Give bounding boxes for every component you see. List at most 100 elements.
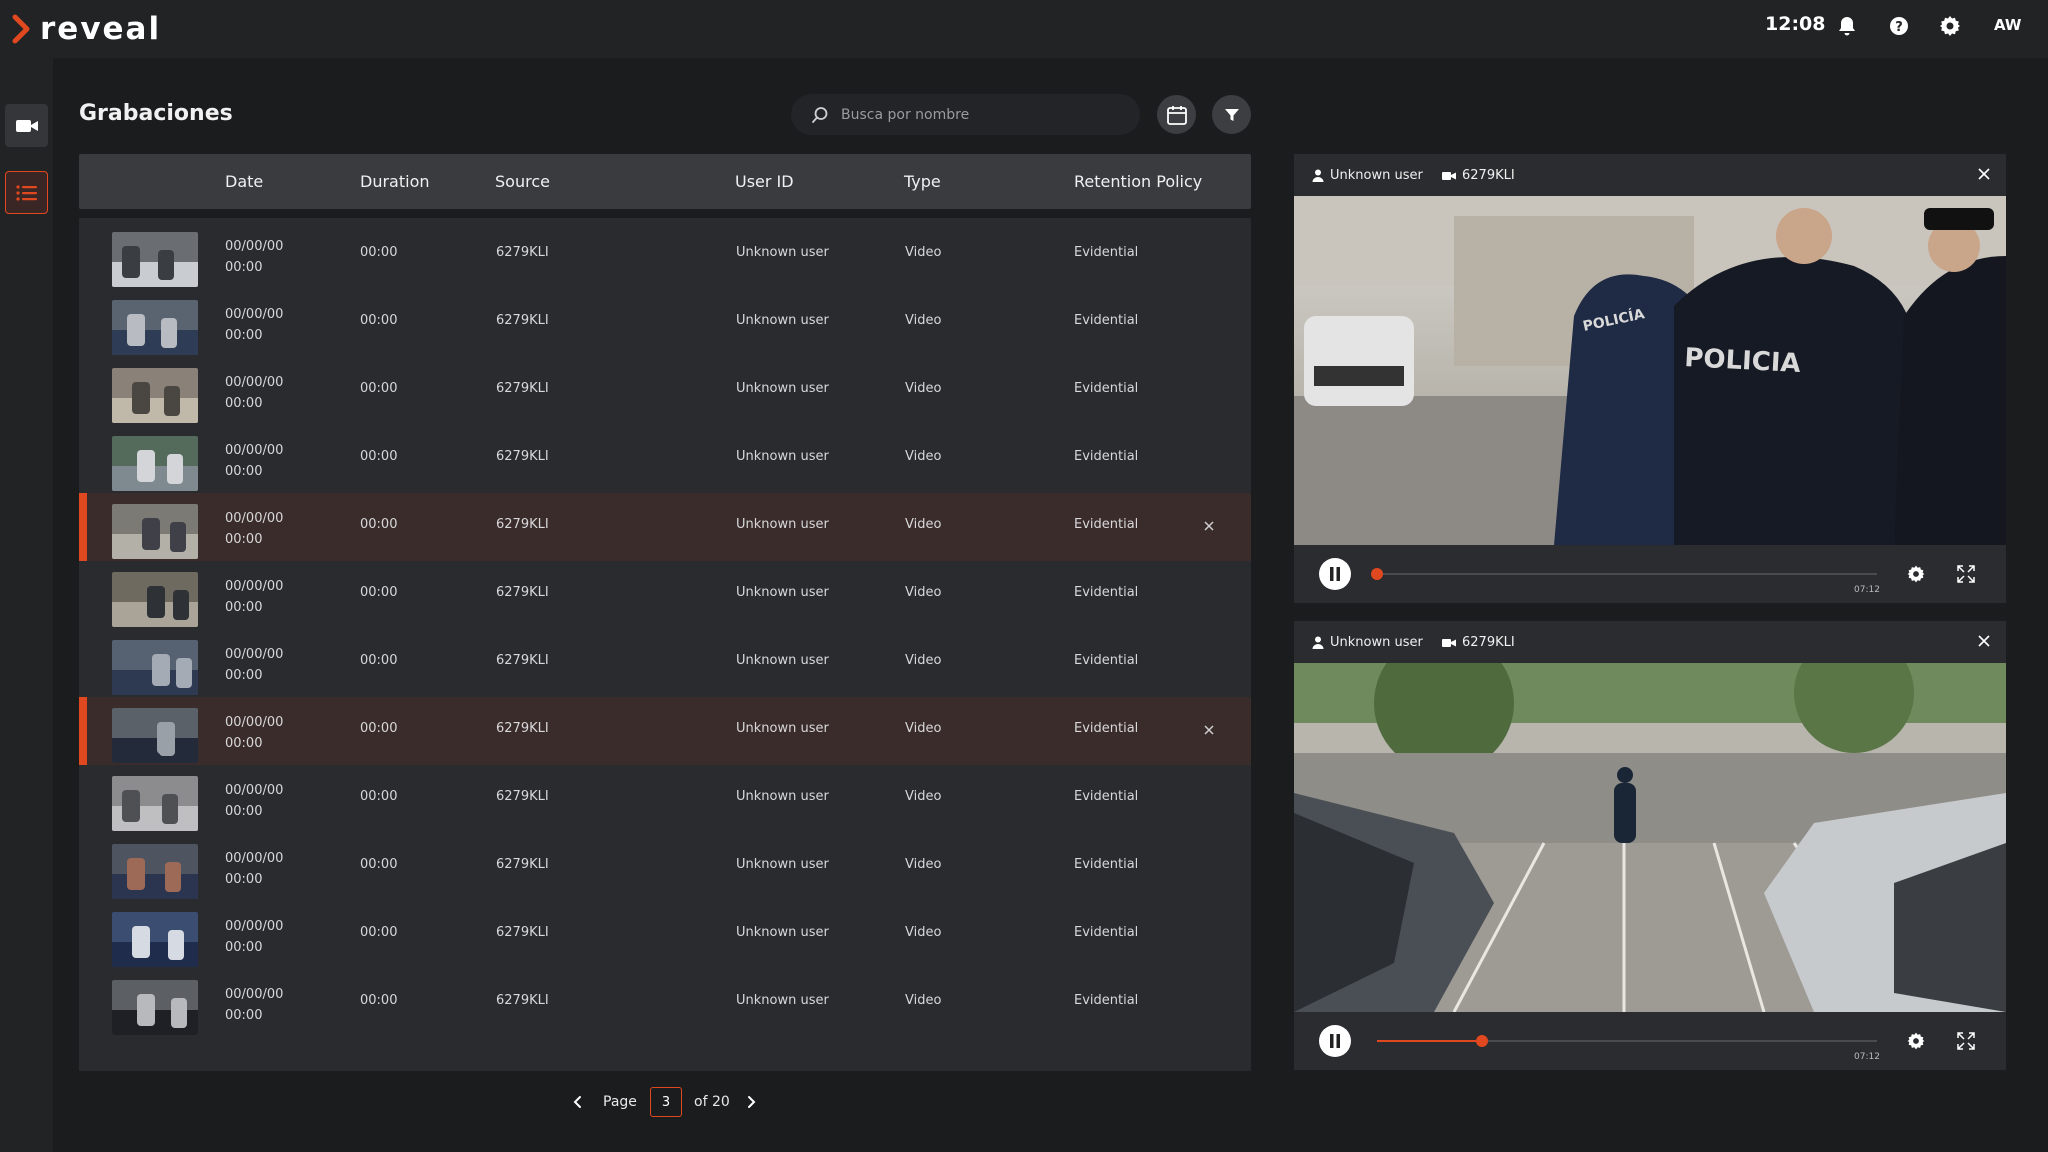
recording-thumbnail[interactable] (112, 572, 198, 627)
column-header-duration[interactable]: Duration (360, 172, 430, 191)
page-number-input[interactable]: 3 (650, 1087, 682, 1117)
duration-cell: 00:00 (360, 789, 398, 804)
table-row[interactable]: 00/00/00 00:00 00:00 6279KLI Unknown user Vid… (79, 493, 1251, 561)
retention-cell: Evidential (1074, 245, 1139, 260)
table-row[interactable]: 00/00/00 00:00 00:00 6279KLI Unknown user Vid… (79, 561, 1251, 629)
recording-thumbnail[interactable] (112, 504, 198, 559)
date-cell: 00/00/00 00:00 (225, 644, 283, 686)
calendar-button[interactable] (1157, 95, 1196, 134)
reveal-logo[interactable]: reveal (12, 11, 161, 47)
pause-button[interactable] (1319, 558, 1351, 590)
type-cell: Video (905, 449, 942, 464)
svg-text:POLICIA: POLICIA (1684, 343, 1802, 379)
progress-knob[interactable] (1476, 1035, 1488, 1047)
user-cell: Unknown user (736, 993, 829, 1008)
type-cell: Video (905, 721, 942, 736)
svg-text:?: ? (1895, 20, 1903, 35)
recording-thumbnail[interactable] (112, 368, 198, 423)
column-header-date[interactable]: Date (225, 172, 263, 191)
video-player-1: Unknown user 6279KLI POLICIA POLICÍA 07:… (1294, 154, 2006, 603)
close-player-icon[interactable] (1976, 633, 1992, 649)
type-cell: Video (905, 245, 942, 260)
duration-cell: 00:00 (360, 585, 398, 600)
duration-cell: 00:00 (360, 653, 398, 668)
table-row[interactable]: 00/00/00 00:00 00:00 6279KLI Unknown user Vid… (79, 969, 1251, 1037)
table-row[interactable]: 00/00/00 00:00 00:00 6279KLI Unknown user Vid… (79, 221, 1251, 289)
side-rail (0, 58, 53, 1152)
date-cell: 00/00/00 00:00 (225, 916, 283, 958)
date-cell: 00/00/00 00:00 (225, 848, 283, 890)
settings-icon[interactable] (1906, 564, 1926, 584)
settings-icon[interactable] (1906, 1031, 1926, 1051)
recording-thumbnail[interactable] (112, 232, 198, 287)
table-row[interactable]: 00/00/00 00:00 00:00 6279KLI Unknown user Vid… (79, 357, 1251, 425)
date-value: 00/00/00 (225, 715, 284, 730)
user-icon (1312, 636, 1324, 649)
page-title: Grabaciones (79, 101, 233, 126)
close-player-icon[interactable] (1976, 166, 1992, 182)
video-frame[interactable]: POLICIA POLICÍA (1294, 196, 2006, 545)
recording-thumbnail[interactable] (112, 436, 198, 491)
duration-cell: 00:00 (360, 993, 398, 1008)
next-page-icon[interactable] (744, 1094, 758, 1110)
progress-knob[interactable] (1371, 568, 1383, 580)
remove-row-icon[interactable] (1200, 517, 1218, 535)
date-value: 00/00/00 (225, 307, 284, 322)
table-row[interactable]: 00/00/00 00:00 00:00 6279KLI Unknown user Vid… (79, 425, 1251, 493)
column-header-retention-policy[interactable]: Retention Policy (1074, 172, 1202, 191)
search-input[interactable] (841, 106, 1121, 123)
time-value: 00:00 (225, 396, 263, 411)
table-row[interactable]: 00/00/00 00:00 00:00 6279KLI Unknown user Vid… (79, 289, 1251, 357)
column-header-type[interactable]: Type (904, 172, 941, 191)
table-row[interactable]: 00/00/00 00:00 00:00 6279KLI Unknown user Vid… (79, 833, 1251, 901)
video-player-2: Unknown user 6279KLI 07:12 (1294, 621, 2006, 1070)
video-controls: 07:12 (1294, 545, 2006, 603)
recording-thumbnail[interactable] (112, 300, 198, 355)
time-value: 00:00 (225, 872, 263, 887)
prev-page-icon[interactable] (571, 1094, 585, 1110)
search-box[interactable] (791, 94, 1140, 135)
source-cell: 6279KLI (496, 245, 549, 260)
table-row[interactable]: 00/00/00 00:00 00:00 6279KLI Unknown user Vid… (79, 901, 1251, 969)
fullscreen-icon[interactable] (1956, 1031, 1976, 1051)
user-icon (1312, 169, 1324, 182)
column-header-source[interactable]: Source (495, 172, 550, 191)
retention-cell: Evidential (1074, 517, 1139, 532)
top-bar: reveal 12:08 ? AW (0, 0, 2048, 58)
column-header-user-id[interactable]: User ID (735, 172, 794, 191)
player-source-label: 6279KLI (1462, 635, 1515, 650)
recording-thumbnail[interactable] (112, 776, 198, 831)
date-value: 00/00/00 (225, 987, 284, 1002)
recording-thumbnail[interactable] (112, 980, 198, 1035)
date-value: 00/00/00 (225, 511, 284, 526)
sidebar-item-video[interactable] (5, 104, 48, 147)
date-cell: 00/00/00 00:00 (225, 440, 283, 482)
time-value: 00:00 (225, 940, 263, 955)
table-row[interactable]: 00/00/00 00:00 00:00 6279KLI Unknown user Vid… (79, 697, 1251, 765)
pause-button[interactable] (1319, 1025, 1351, 1057)
table-row[interactable]: 00/00/00 00:00 00:00 6279KLI Unknown user Vid… (79, 765, 1251, 833)
list-icon (15, 184, 37, 201)
user-avatar[interactable]: AW (1994, 16, 2021, 34)
progress-track[interactable] (1371, 568, 1877, 580)
video-frame[interactable] (1294, 663, 2006, 1012)
table-row[interactable]: 00/00/00 00:00 00:00 6279KLI Unknown user Vid… (79, 629, 1251, 697)
source-cell: 6279KLI (496, 381, 549, 396)
duration-cell: 00:00 (360, 517, 398, 532)
remove-row-icon[interactable] (1200, 721, 1218, 739)
sidebar-item-list[interactable] (5, 171, 48, 214)
recording-thumbnail[interactable] (112, 844, 198, 899)
progress-track[interactable] (1377, 1035, 1877, 1047)
recording-thumbnail[interactable] (112, 708, 198, 763)
search-icon (812, 106, 828, 123)
gear-icon[interactable] (1938, 14, 1962, 38)
type-cell: Video (905, 585, 942, 600)
fullscreen-icon[interactable] (1956, 564, 1976, 584)
date-value: 00/00/00 (225, 443, 284, 458)
recording-thumbnail[interactable] (112, 640, 198, 695)
bell-icon[interactable] (1835, 14, 1859, 38)
filter-button[interactable] (1212, 95, 1251, 134)
help-icon[interactable]: ? (1887, 14, 1911, 38)
filter-icon (1224, 108, 1239, 121)
recording-thumbnail[interactable] (112, 912, 198, 967)
